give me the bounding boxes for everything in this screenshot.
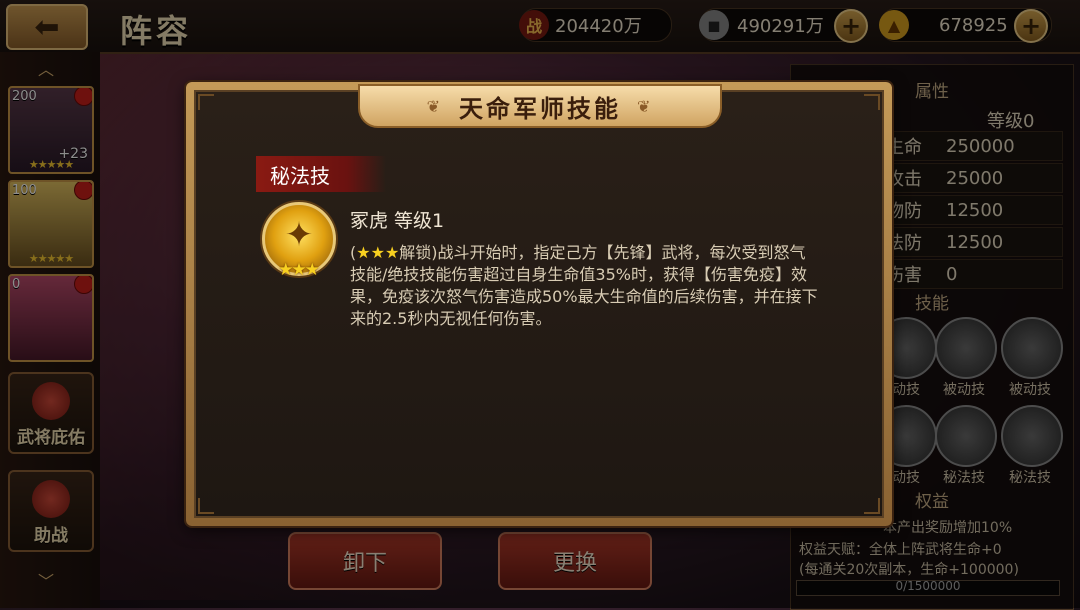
dialog-body: 秘法技 ✦ ★★★ 冢虎 等级1 (★★★解锁)战斗开始时，指定己方【先锋】武将…: [194, 90, 884, 518]
scroll-ornament-icon: ❦: [637, 96, 654, 116]
desc-stars: ★★★: [356, 243, 400, 262]
corner-ornament-icon: [198, 498, 214, 514]
tiger-glyph-icon: ✦: [284, 215, 314, 255]
corner-ornament-icon: [864, 94, 880, 110]
skill-icon-stars: ★★★: [278, 260, 320, 280]
desc-unlock: 解锁): [399, 243, 438, 262]
skill-detail-dialog: 秘法技 ✦ ★★★ 冢虎 等级1 (★★★解锁)战斗开始时，指定己方【先锋】武将…: [186, 82, 892, 526]
dialog-title: 天命军师技能: [459, 94, 621, 123]
skill-description: (★★★解锁)战斗开始时，指定己方【先锋】武将，每次受到怒气技能/绝技技能伤害超…: [350, 242, 820, 330]
skill-name: 冢虎 等级1: [350, 210, 445, 232]
skill-category-tag: 秘法技: [256, 156, 386, 192]
dialog-title-plate: ❦ 天命军师技能 ❦: [358, 84, 722, 128]
corner-ornament-icon: [864, 498, 880, 514]
corner-ornament-icon: [198, 94, 214, 110]
scroll-ornament-icon: ❦: [426, 96, 443, 116]
